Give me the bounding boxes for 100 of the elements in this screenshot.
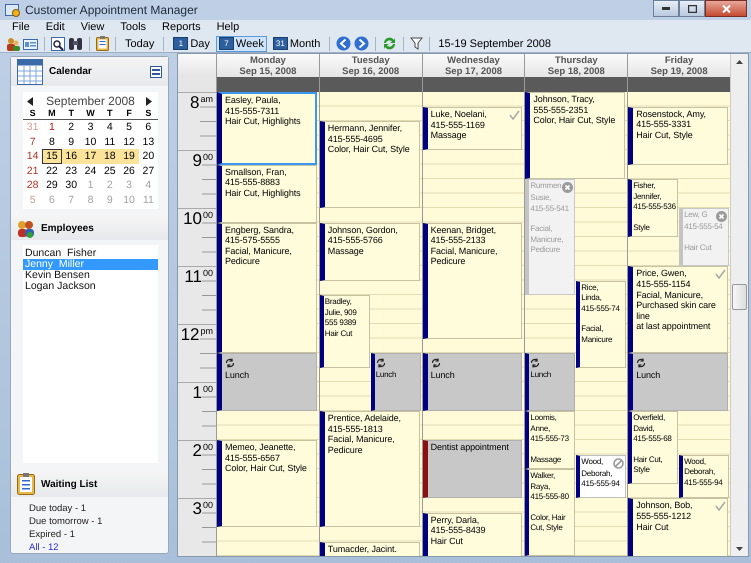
appointment-card[interactable]: Lunch xyxy=(628,353,728,411)
preview-icon[interactable] xyxy=(51,36,65,50)
appointment-card[interactable]: Fisher, Jennifer, 415-555-536 Style xyxy=(628,179,678,237)
appointment-card[interactable]: Rosenstock, Amy, 415-555-3331 Hair Cut, Style xyxy=(628,106,728,164)
appointment-card[interactable]: Overfield, David, 415-555-68 Hair Cut, Style xyxy=(628,411,678,484)
menu-item[interactable]: Help xyxy=(208,20,248,35)
appointment-text: Julie, 909 xyxy=(324,308,357,318)
previous-month-button[interactable] xyxy=(27,96,35,106)
calendar-day[interactable]: 30 xyxy=(62,178,81,192)
calendar-day[interactable]: 24 xyxy=(80,164,100,178)
maximize-button[interactable] xyxy=(679,0,705,17)
view-button[interactable]: 7 Week xyxy=(216,36,267,52)
calendar-day[interactable]: 1 xyxy=(42,120,62,134)
weekday-label: T xyxy=(62,108,81,120)
appointment-card[interactable]: Keenan, Bridget, 415-555-2133 Facial, Manicure, Pedicure xyxy=(422,222,522,338)
refresh-icon[interactable] xyxy=(382,36,398,51)
close-icon[interactable] xyxy=(562,182,574,193)
calendar-day[interactable]: 14 xyxy=(23,149,42,164)
next-month-button[interactable] xyxy=(146,96,154,106)
employee-item[interactable]: Duncan Fisher xyxy=(23,248,158,260)
calendar-day[interactable]: 15 xyxy=(42,149,62,164)
calendar-day[interactable]: 22 xyxy=(42,164,62,178)
appointment-card[interactable]: Luke, Noelani, 415-555-1169 Massage xyxy=(422,106,522,150)
check-icon xyxy=(509,110,520,120)
appointment-card[interactable]: Dentist appointment xyxy=(422,440,522,498)
appointment-card[interactable]: Smallson, Fran, 415-555-8883 Hair Cut, Highlights xyxy=(217,164,317,222)
calendar-day[interactable]: 20 xyxy=(138,149,158,164)
card-icon[interactable] xyxy=(23,38,38,50)
calendar-day[interactable]: 29 xyxy=(42,178,62,192)
appointment-card[interactable]: Memeo, Jeanette, 415-555-6567 Color, Hair Cut, Style xyxy=(217,440,317,527)
appointment-card[interactable]: Lunch xyxy=(217,353,317,411)
people-icon[interactable] xyxy=(6,36,20,50)
menu-item[interactable]: View xyxy=(72,20,112,35)
appointment-card[interactable]: Loomis, Anne, 415-555-73 Massage xyxy=(525,411,576,469)
waiting-list-link[interactable]: All - 12 xyxy=(29,542,59,553)
appointment-text: Johnson, Bob, xyxy=(636,500,692,510)
calendar-day[interactable]: 28 xyxy=(23,178,42,192)
appointment-text: Massage xyxy=(530,454,562,465)
appointment-card[interactable]: Price, Gwen, 415-555-1154 Facial, Manicure, Purchased skin care line at last appointment xyxy=(628,266,728,353)
appointment-card[interactable]: Engberg, Sandra, 415-575-5555 Facial, Manicure, Pedicure xyxy=(217,222,317,353)
calendar-day[interactable]: 21 xyxy=(23,164,42,178)
minimize-button[interactable] xyxy=(653,0,679,17)
view-button[interactable]: 1 Day xyxy=(170,36,213,52)
calendar-day[interactable]: 16 xyxy=(62,149,81,164)
view-button[interactable]: 31 Month xyxy=(270,36,324,52)
appointment-card[interactable]: Lunch xyxy=(422,353,522,411)
calendar-day[interactable]: 8 xyxy=(42,134,62,149)
appointment-card[interactable]: Easley, Paula, 415-555-7311 Hair Cut, Highlights xyxy=(217,92,317,164)
today-button[interactable]: Today xyxy=(122,36,158,52)
minimize-icon xyxy=(662,7,670,10)
filter-icon[interactable] xyxy=(410,37,424,50)
calendar-day[interactable]: 10 xyxy=(80,134,100,149)
calendar-day[interactable]: 4 xyxy=(100,120,120,134)
menu-item[interactable]: Edit xyxy=(38,20,73,35)
calendar-day[interactable]: 3 xyxy=(80,120,100,134)
appointment-card[interactable]: Hermann, Jennifer, 415-555-4695 Color, Hair Cut, Style xyxy=(320,121,420,208)
appointment-card[interactable]: Bradley, Julie, 909 555 9389 Hair Cut xyxy=(320,295,370,368)
calendar-day[interactable]: 2 xyxy=(62,120,81,134)
appointment-card[interactable]: Walker, Raya, 415-555-80 Color, Hair Cut, Style xyxy=(525,469,576,556)
employee-item[interactable]: Logan Jackson xyxy=(23,281,158,292)
calendar-day[interactable]: 25 xyxy=(100,164,120,178)
calendar-day[interactable]: 7 xyxy=(23,134,42,149)
appointment-card[interactable]: Johnson, Gordon, 415-555-5766 Massage xyxy=(320,222,420,280)
calendar-day[interactable]: 13 xyxy=(138,134,158,149)
appointment-card[interactable]: Prentice, Adelaide, 415-555-1813 Facial, Manicure, Pedicure xyxy=(320,411,420,527)
calendar-day[interactable]: 19 xyxy=(119,149,139,164)
calendar-day[interactable]: 23 xyxy=(62,164,81,178)
close-button[interactable] xyxy=(705,0,747,17)
calendar-day[interactable]: 6 xyxy=(138,120,158,134)
appointment-text: Tumacder, Jacint. xyxy=(328,544,397,554)
close-icon[interactable] xyxy=(716,211,727,222)
appointment-card[interactable]: Perry, Darla, 415-555-8439 Hair Cut xyxy=(422,512,522,556)
appointment-card[interactable]: Lunch xyxy=(525,353,576,411)
collapse-icon[interactable] xyxy=(150,66,162,78)
appointment-card[interactable]: Johnson, Tracy, 555-555-2351 Color, Hair Cut, Style xyxy=(525,92,626,179)
menu-item[interactable]: Reports xyxy=(154,20,209,35)
binoculars-icon[interactable] xyxy=(68,37,83,50)
weekday-label: S xyxy=(138,108,158,120)
weekday-label: W xyxy=(80,108,100,120)
appointment-card[interactable]: Wood, Deborah, 415-555-94 xyxy=(679,454,729,498)
appointment-text: Hermann, Jennifer, xyxy=(328,123,402,134)
calendar-day[interactable]: 18 xyxy=(100,149,120,164)
appointment-card[interactable]: Lunch xyxy=(370,353,421,411)
appointment-text: Bradley, xyxy=(324,297,352,308)
appointment-card[interactable]: Tumacder, Jacint. xyxy=(320,542,420,556)
appointment-card[interactable]: Wood, Deborah, 415-555-94 xyxy=(576,454,626,498)
calendar-day[interactable]: 9 xyxy=(62,134,81,149)
clipboard-icon[interactable] xyxy=(96,36,109,51)
employee-item[interactable]: Kevin Bensen xyxy=(23,270,158,282)
scrollbar-thumb[interactable] xyxy=(732,284,747,310)
appointment-card[interactable]: Johnson, Bob, 555-555-1212 Hair Cut xyxy=(628,498,728,556)
calendar-day[interactable]: 26 xyxy=(119,164,139,178)
menu-item[interactable]: Tools xyxy=(112,20,154,35)
calendar-day[interactable]: 12 xyxy=(119,134,139,149)
appointment-card[interactable]: Rice, Linda, 415-555-74 Facial, Manicure xyxy=(576,280,626,368)
calendar-day[interactable]: 5 xyxy=(119,120,139,134)
calendar-day[interactable]: 11 xyxy=(100,134,120,149)
calendar-day[interactable]: 17 xyxy=(80,149,100,164)
menu-item[interactable]: File xyxy=(4,20,38,35)
calendar-day[interactable]: 27 xyxy=(138,164,158,178)
